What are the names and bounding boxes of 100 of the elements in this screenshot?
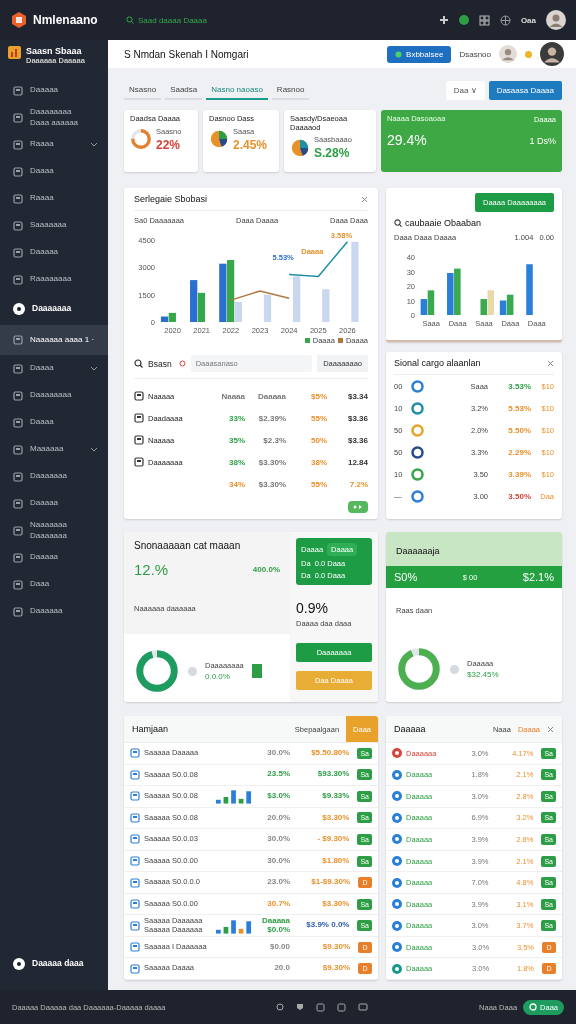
- sidebar-item[interactable]: Daaaaa: [0, 544, 108, 571]
- table-cell-text: 23.0%: [266, 878, 290, 887]
- sidebar-item[interactable]: Daaaaaaa: [0, 463, 108, 490]
- kpi-value: 22%: [156, 137, 182, 152]
- row-icon: [130, 748, 140, 759]
- circle-icon: [188, 666, 197, 676]
- user-label: Oaa: [520, 15, 536, 25]
- sidebar-item[interactable]: Daaaa: [0, 158, 108, 185]
- tab[interactable]: Rasnoo: [271, 80, 310, 100]
- table-cell-text: 20.0: [273, 964, 290, 974]
- summary-value: 12.%: [134, 561, 169, 578]
- sidebar-item[interactable]: Daaaaa: [0, 239, 108, 266]
- shield-icon[interactable]: [296, 1002, 305, 1011]
- refresh-icon: [178, 360, 186, 367]
- table-cell-text: 2.29%: [507, 447, 531, 457]
- notification-icon[interactable]: [458, 15, 469, 25]
- stat-value: $2.1%: [522, 571, 554, 583]
- square-icon[interactable]: [316, 1002, 326, 1012]
- search-field[interactable]: Saad daaaa Daaaa: [138, 15, 207, 25]
- menu-icon: [13, 552, 23, 563]
- menu-icon: [13, 139, 23, 150]
- toolbar-button[interactable]: Dasaasa Daaaa: [488, 80, 562, 100]
- card-title: Daaaaa: [394, 724, 426, 734]
- table-cell-text: 38%: [310, 457, 327, 467]
- sidebar-item[interactable]: Maaaaaa: [0, 436, 108, 463]
- row-icon: [134, 413, 144, 423]
- table-cell-text: 30.7%: [266, 899, 290, 909]
- row-icon: [130, 791, 140, 802]
- sidebar-item[interactable]: Daaaa: [0, 355, 108, 382]
- menu-icon: [13, 112, 23, 123]
- sidebar-item[interactable]: Daaaa: [0, 409, 108, 436]
- table-cell-text: 3.50%: [507, 491, 531, 501]
- sidebar-item[interactable]: Saaaaaaa: [0, 212, 108, 239]
- table-cell-text: $3.36: [346, 435, 368, 445]
- table-cell-text: $1.80%: [321, 856, 350, 866]
- close-icon[interactable]: [547, 359, 554, 367]
- circle-icon[interactable]: [276, 1002, 285, 1011]
- table-cell-text: 55%: [310, 479, 327, 489]
- tab[interactable]: Saadsa: [165, 80, 203, 100]
- table-cell-text: $2.3%: [262, 435, 286, 445]
- menu-icon: [13, 335, 23, 345]
- search-icon: [394, 219, 402, 227]
- table-cell-text: 30.0%: [266, 748, 290, 758]
- circle-icon: [529, 1003, 538, 1011]
- menu-icon: [13, 471, 23, 482]
- action-button[interactable]: Bxbbalsee: [387, 45, 452, 63]
- table-cell-text: 35%: [228, 435, 245, 445]
- menu-icon: [13, 606, 23, 617]
- screen-icon[interactable]: [358, 1002, 369, 1012]
- sidebar-item[interactable]: Daaaaaaaa Daaa aaaaaa: [0, 104, 108, 131]
- menu-icon: [13, 85, 23, 96]
- sidebar-item[interactable]: Daaaaa: [0, 77, 108, 104]
- arrow-icon: [353, 504, 363, 510]
- table-cell-text: $1-$9.30%: [310, 878, 350, 887]
- sidebar-item[interactable]: Daaaaa daaa: [0, 948, 108, 980]
- sidebar-item[interactable]: Naaaaaaa Daaaaaaa: [0, 517, 108, 544]
- sidebar-item[interactable]: Daaa: [0, 571, 108, 598]
- sidebar-item[interactable]: Daaaaaa: [0, 598, 108, 625]
- table-cell-text: $5%: [310, 391, 327, 401]
- close-icon[interactable]: [547, 725, 554, 733]
- table-cell-text: 33%: [228, 413, 245, 423]
- chart-bar: [263, 294, 272, 322]
- menu-icon: [13, 498, 23, 509]
- table-cell-text: $5.50.80%: [310, 748, 350, 758]
- sidebar-item[interactable]: Daaaaa: [0, 490, 108, 517]
- sidebar-item[interactable]: Raaaa: [0, 131, 108, 158]
- table-cell-text: 30.0%: [266, 856, 290, 866]
- square-icon[interactable]: [337, 1002, 347, 1012]
- plus-icon[interactable]: [438, 15, 449, 25]
- chart-bar: [197, 292, 206, 322]
- row-icon: [130, 877, 140, 888]
- grid-icon[interactable]: [478, 14, 490, 26]
- toolbar-button[interactable]: Daa ∨: [445, 80, 485, 100]
- donut-drawing: [130, 128, 152, 151]
- table-cell-text: 50%: [310, 435, 327, 445]
- circle-icon: [450, 664, 459, 674]
- big-value: 0.9%: [296, 600, 329, 616]
- globe-icon[interactable]: [499, 14, 511, 26]
- sidebar-item[interactable]: Naaaaaa aaaa 1 ·: [0, 325, 108, 355]
- status-dot: [525, 50, 532, 58]
- search-icon: [134, 359, 143, 368]
- avatar[interactable]: [540, 42, 564, 66]
- row-icon: [130, 856, 140, 866]
- table-cell-text: $9.30%: [321, 964, 350, 974]
- avatar[interactable]: [546, 10, 566, 30]
- row-icon: [134, 435, 144, 445]
- chart-bar: [526, 264, 533, 315]
- user-name: Dsasnoo: [459, 49, 491, 59]
- sidebar-item[interactable]: Raaaaaaaa: [0, 266, 108, 293]
- tab[interactable]: Nasno naoaso: [206, 80, 268, 100]
- card-title: Snonaaaaan cat maaan: [134, 540, 242, 551]
- legend-value: 0.0.0%: [205, 672, 231, 681]
- table-cell-text: 23.5%: [266, 770, 290, 780]
- sidebar-item[interactable]: Daaaaaaaa: [0, 382, 108, 409]
- table-cell-text: 12.84: [346, 457, 368, 467]
- sidebar-item[interactable]: Daaaaaaa: [0, 293, 108, 325]
- sidebar-item[interactable]: Raaaa: [0, 185, 108, 212]
- tab[interactable]: Nsasno: [124, 80, 162, 100]
- close-icon[interactable]: [361, 195, 368, 203]
- table-cell-text: $0.00: [268, 942, 290, 952]
